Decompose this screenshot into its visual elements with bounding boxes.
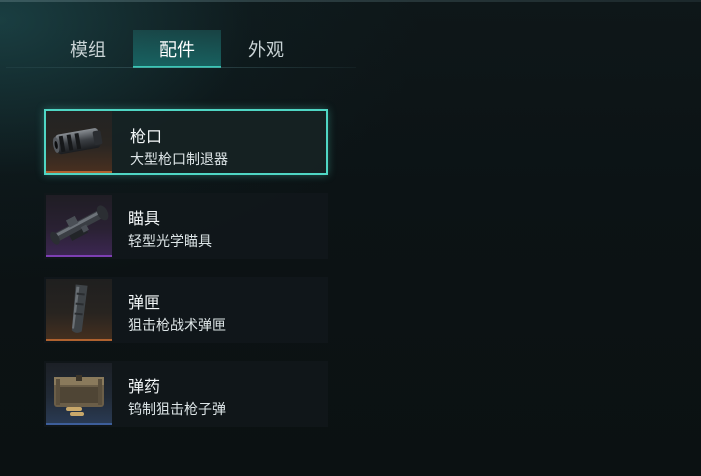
ammo-box-icon [54,375,104,416]
tab-bar: 模组 配件 外观 [44,30,354,68]
item-thumbnail [46,279,112,341]
slot-item-name: 轻型光学瞄具 [128,234,212,250]
tab-appearance[interactable]: 外观 [222,30,310,68]
rarity-stripe [46,339,112,341]
slot-category: 弹药 [128,377,161,396]
rarity-stripe [46,423,112,425]
slot-item-name: 钨制狙击枪子弹 [128,402,226,418]
slot-item-name: 大型枪口制退器 [130,152,228,168]
magazine-icon [71,284,88,333]
item-thumbnail [46,195,112,257]
rarity-stripe [46,255,112,257]
muzzle-brake-icon [52,128,103,155]
slot-category: 弹匣 [128,293,161,312]
top-divider [0,0,701,2]
attachment-slot-muzzle[interactable]: 枪口 大型枪口制退器 [44,109,328,175]
item-thumbnail [46,111,112,173]
attachment-slot-magazine[interactable]: 弹匣 狙击枪战术弹匣 [44,277,328,343]
slot-item-name: 狙击枪战术弹匣 [128,318,226,334]
rarity-stripe [46,171,112,173]
attachment-slot-scope[interactable]: 瞄具 轻型光学瞄具 [44,193,328,259]
tab-attachments[interactable]: 配件 [133,30,221,68]
attachment-slot-ammo[interactable]: 弹药 钨制狙击枪子弹 [44,361,328,427]
scope-icon [50,205,109,245]
tab-divider [6,67,356,68]
slot-category: 枪口 [130,127,163,146]
slot-category: 瞄具 [128,209,161,228]
item-thumbnail [46,363,112,425]
tab-mods[interactable]: 模组 [44,30,132,68]
